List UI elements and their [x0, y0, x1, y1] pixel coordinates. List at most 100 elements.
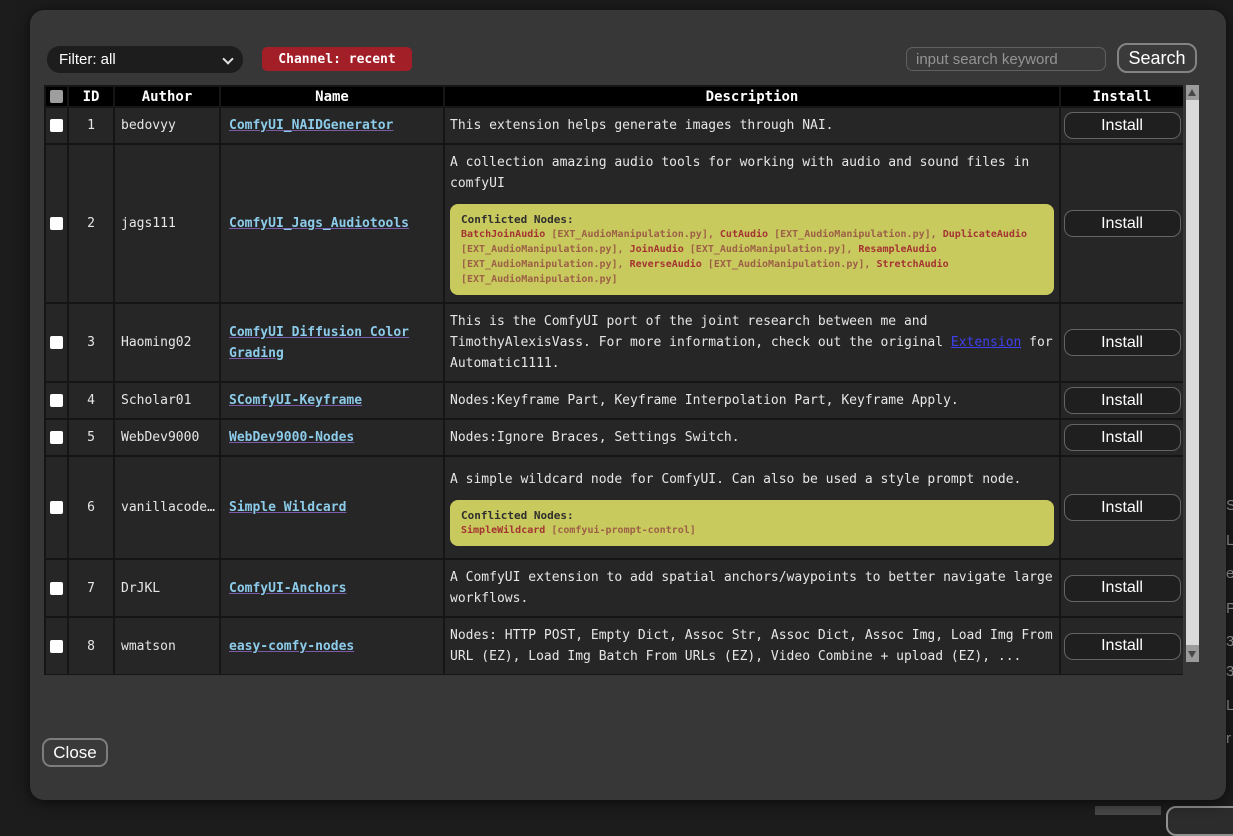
row-checkbox[interactable]: [50, 431, 63, 444]
background-partial-button: [1166, 806, 1233, 836]
extension-name-link[interactable]: ComfyUI_NAIDGenerator: [229, 118, 393, 133]
conflict-node-source: [EXT_AudioManipulation.py],: [702, 259, 877, 270]
row-id: 7: [68, 559, 114, 617]
row-checkbox-cell: [45, 419, 68, 456]
row-name-cell: ComfyUI-Anchors: [220, 559, 444, 617]
background-text-fragment: 3: [1226, 633, 1233, 650]
row-name-cell: WebDev9000-Nodes: [220, 419, 444, 456]
scroll-down-arrow-icon[interactable]: [1188, 651, 1196, 658]
row-checkbox[interactable]: [50, 336, 63, 349]
install-button[interactable]: Install: [1064, 424, 1181, 451]
row-author: vanillacode…: [114, 456, 220, 559]
row-author: DrJKL: [114, 559, 220, 617]
conflict-node-name: SimpleWildcard: [461, 525, 545, 536]
conflict-node-name: CutAudio: [720, 229, 768, 240]
row-description: Nodes:Keyframe Part, Keyframe Interpolat…: [444, 382, 1060, 419]
search-button[interactable]: Search: [1117, 43, 1197, 73]
row-description: A collection amazing audio tools for wor…: [444, 144, 1060, 303]
row-author: jags111: [114, 144, 220, 303]
header-id: ID: [68, 86, 114, 107]
row-id: 4: [68, 382, 114, 419]
channel-badge[interactable]: Channel: recent: [262, 47, 412, 71]
select-all-checkbox[interactable]: [50, 90, 63, 103]
background-text-fragment: e: [1226, 565, 1233, 582]
row-id: 1: [68, 107, 114, 144]
conflicted-nodes-list: SimpleWildcard [comfyui-prompt-control]: [461, 523, 1043, 538]
install-button[interactable]: Install: [1064, 633, 1181, 660]
row-checkbox-cell: [45, 617, 68, 675]
description-text: This extension helps generate images thr…: [450, 115, 1054, 136]
extensions-table: ID Author Name Description Install 1bedo…: [44, 85, 1183, 675]
extension-name-link[interactable]: ComfyUI_Jags_Audiotools: [229, 216, 409, 231]
header-author: Author: [114, 86, 220, 107]
row-checkbox[interactable]: [50, 640, 63, 653]
row-checkbox[interactable]: [50, 582, 63, 595]
conflicted-nodes-box: Conflicted Nodes:SimpleWildcard [comfyui…: [450, 500, 1054, 546]
external-extension-link[interactable]: Extension: [951, 335, 1021, 350]
conflicted-nodes-box: Conflicted Nodes:BatchJoinAudio [EXT_Aud…: [450, 204, 1054, 295]
table-row: 5WebDev9000WebDev9000-NodesNodes:Ignore …: [45, 419, 1183, 456]
filter-select[interactable]: Filter: all: [47, 46, 243, 73]
install-button[interactable]: Install: [1064, 210, 1181, 237]
row-author: wmatson: [114, 617, 220, 675]
row-checkbox-cell: [45, 456, 68, 559]
row-author: WebDev9000: [114, 419, 220, 456]
row-checkbox-cell: [45, 382, 68, 419]
header-checkbox-cell: [45, 86, 68, 107]
scroll-up-arrow-icon[interactable]: [1188, 89, 1196, 96]
row-install-cell: Install: [1060, 107, 1183, 144]
scrollbar-thumb[interactable]: [1186, 100, 1199, 645]
description-fragment: This is the ComfyUI port of the joint re…: [450, 314, 951, 350]
install-button[interactable]: Install: [1064, 387, 1181, 414]
table-row: 6vanillacode…Simple WildcardA simple wil…: [45, 456, 1183, 559]
header-name: Name: [220, 86, 444, 107]
custom-nodes-installer-dialog: Filter: all Channel: recent Search ID Au…: [30, 10, 1226, 800]
install-button[interactable]: Install: [1064, 494, 1181, 521]
row-description: This is the ComfyUI port of the joint re…: [444, 303, 1060, 382]
conflict-node-name: ResampleAudio: [858, 244, 936, 255]
description-text: A simple wildcard node for ComfyUI. Can …: [450, 469, 1054, 490]
row-author: Scholar01: [114, 382, 220, 419]
row-checkbox-cell: [45, 559, 68, 617]
row-checkbox[interactable]: [50, 217, 63, 230]
conflict-node-source: [EXT_AudioManipulation.py],: [768, 229, 943, 240]
table-scrollbar[interactable]: [1186, 85, 1199, 662]
description-text: A collection amazing audio tools for wor…: [450, 152, 1054, 194]
table-row: 4Scholar01 SComfyUI-Keyframe Nodes:Keyfram…: [45, 382, 1183, 419]
row-checkbox[interactable]: [50, 501, 63, 514]
install-button[interactable]: Install: [1064, 575, 1181, 602]
row-id: 8: [68, 617, 114, 675]
table-row: 3Haoming02ComfyUI Diffusion Color Gradin…: [45, 303, 1183, 382]
row-description: Nodes:Ignore Braces, Settings Switch.: [444, 419, 1060, 456]
conflict-node-name: JoinAudio: [630, 244, 684, 255]
background-strip: [1095, 806, 1161, 815]
background-text-fragment: r: [1226, 730, 1233, 747]
extension-name-link[interactable]: WebDev9000-Nodes: [229, 430, 354, 445]
row-install-cell: Install: [1060, 559, 1183, 617]
conflict-node-source: [EXT_AudioManipulation.py],: [461, 244, 630, 255]
description-text: Nodes: HTTP POST, Empty Dict, Assoc Str,…: [450, 625, 1054, 667]
conflicted-nodes-title: Conflicted Nodes:: [461, 212, 1043, 227]
install-button[interactable]: Install: [1064, 112, 1181, 139]
search-input[interactable]: [906, 47, 1106, 71]
row-name-cell: easy-comfy-nodes: [220, 617, 444, 675]
background-text-fragment: 3: [1226, 663, 1233, 680]
extension-name-link[interactable]: SComfyUI-Keyframe: [229, 393, 362, 408]
row-checkbox[interactable]: [50, 394, 63, 407]
close-button[interactable]: Close: [42, 738, 108, 767]
header-install: Install: [1060, 86, 1183, 107]
table-row: 1bedovyy ComfyUI_NAIDGenerator This extens…: [45, 107, 1183, 144]
row-install-cell: Install: [1060, 419, 1183, 456]
conflict-node-source: [EXT_AudioManipulation.py],: [545, 229, 720, 240]
row-checkbox[interactable]: [50, 119, 63, 132]
install-button[interactable]: Install: [1064, 329, 1181, 356]
extension-name-link[interactable]: Simple Wildcard: [229, 500, 346, 515]
row-install-cell: Install: [1060, 617, 1183, 675]
extension-name-link[interactable]: ComfyUI-Anchors: [229, 581, 346, 596]
extension-name-link[interactable]: easy-comfy-nodes: [229, 639, 354, 654]
header-description: Description: [444, 86, 1060, 107]
row-author: bedovyy: [114, 107, 220, 144]
extension-name-link[interactable]: ComfyUI Diffusion Color Grading: [229, 325, 409, 361]
row-install-cell: Install: [1060, 456, 1183, 559]
conflict-node-name: ReverseAudio: [630, 259, 702, 270]
